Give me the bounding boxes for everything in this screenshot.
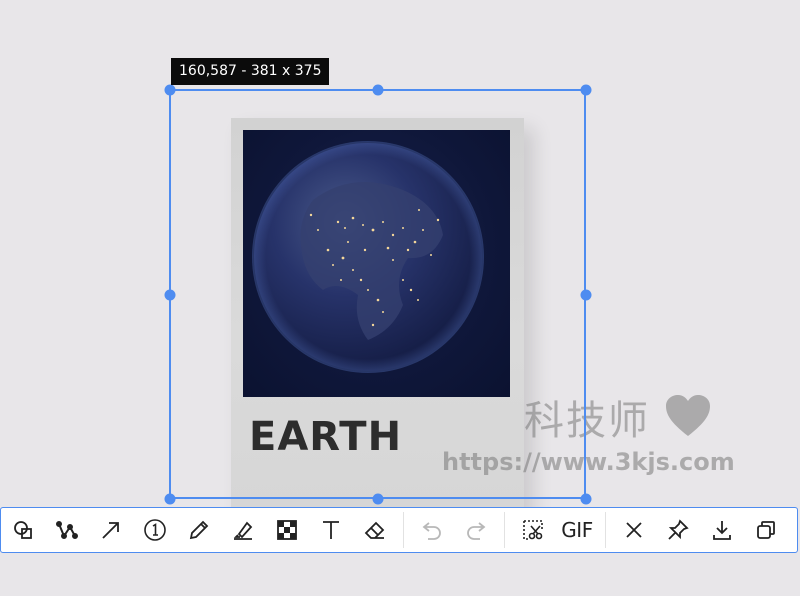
copy-button[interactable]	[744, 508, 788, 552]
download-icon	[713, 521, 731, 540]
history-tools	[410, 508, 498, 552]
highlighter-icon	[233, 521, 253, 540]
eraser-tool-button[interactable]	[353, 508, 397, 552]
toolbar-separator	[403, 512, 404, 548]
resize-handle-right[interactable]	[580, 289, 592, 301]
resize-handle-left[interactable]	[164, 289, 176, 301]
cut-out-button[interactable]	[511, 508, 555, 552]
scissors-frame-icon	[523, 520, 543, 540]
pencil-tool-button[interactable]	[177, 508, 221, 552]
pin-icon	[668, 519, 689, 540]
resize-handle-top[interactable]	[372, 84, 384, 96]
heart-icon	[666, 395, 710, 436]
selection-size-label: 160,587 - 381 x 375	[171, 58, 330, 85]
text-tool-button[interactable]	[309, 508, 353, 552]
redo-icon	[467, 522, 486, 540]
close-button[interactable]	[612, 508, 656, 552]
arrow-tool-button[interactable]	[89, 508, 133, 552]
mosaic-icon	[277, 520, 297, 540]
drawing-tools	[1, 508, 397, 552]
resize-handle-bottom[interactable]	[372, 493, 384, 505]
redo-button[interactable]	[454, 508, 498, 552]
screenshot-toolbar: GIF	[0, 507, 798, 553]
toolbar-separator	[504, 512, 505, 548]
action-tools	[612, 508, 788, 552]
close-icon	[626, 522, 642, 538]
polyline-tool-button[interactable]	[45, 508, 89, 552]
arrow-icon	[102, 522, 119, 539]
gif-button[interactable]: GIF	[555, 508, 599, 552]
resize-handle-top-right[interactable]	[580, 84, 592, 96]
resize-handle-bottom-right[interactable]	[580, 493, 592, 505]
copy-icon	[757, 521, 775, 539]
highlighter-tool-button[interactable]	[221, 508, 265, 552]
capture-tools: GIF	[511, 508, 599, 552]
resize-handle-top-left[interactable]	[164, 84, 176, 96]
pencil-icon	[189, 520, 209, 540]
numbered-circle-icon	[144, 519, 166, 541]
mosaic-tool-button[interactable]	[265, 508, 309, 552]
gif-label: GIF	[561, 518, 593, 542]
undo-icon	[422, 522, 441, 540]
toolbar-separator	[605, 512, 606, 548]
eraser-icon	[364, 521, 385, 539]
pin-button[interactable]	[656, 508, 700, 552]
shape-icon	[14, 521, 32, 539]
polyline-icon	[56, 521, 78, 539]
text-icon	[323, 521, 339, 539]
shape-tool-button[interactable]	[1, 508, 45, 552]
undo-button[interactable]	[410, 508, 454, 552]
number-tool-button[interactable]	[133, 508, 177, 552]
selection-rectangle[interactable]	[169, 89, 586, 499]
resize-handle-bottom-left[interactable]	[164, 493, 176, 505]
save-button[interactable]	[700, 508, 744, 552]
